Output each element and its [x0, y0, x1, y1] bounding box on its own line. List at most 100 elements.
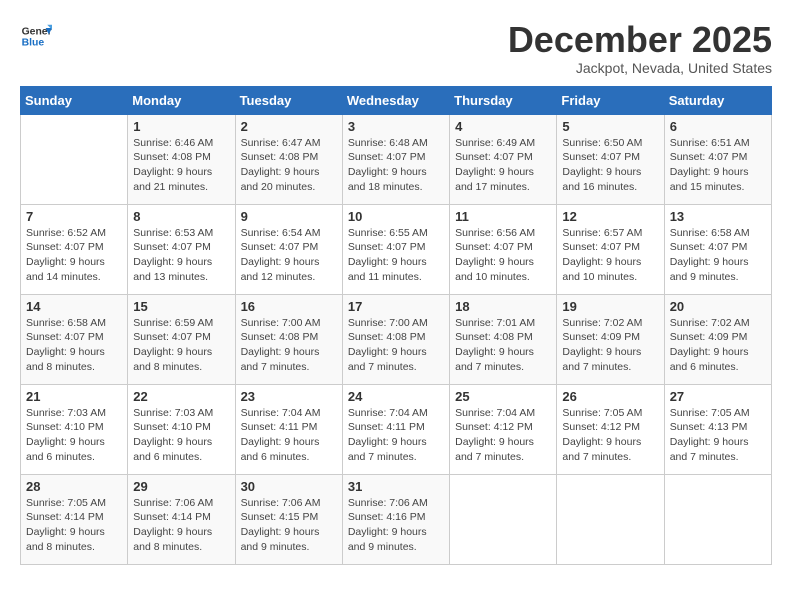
day-info: Sunrise: 7:04 AM Sunset: 4:11 PM Dayligh… — [241, 406, 337, 465]
day-info: Sunrise: 7:04 AM Sunset: 4:12 PM Dayligh… — [455, 406, 551, 465]
title-block: December 2025 Jackpot, Nevada, United St… — [508, 20, 772, 76]
day-info: Sunrise: 6:58 AM Sunset: 4:07 PM Dayligh… — [670, 226, 766, 285]
calendar-cell: 11 Sunrise: 6:56 AM Sunset: 4:07 PM Dayli… — [450, 204, 557, 294]
calendar-cell: 10 Sunrise: 6:55 AM Sunset: 4:07 PM Dayli… — [342, 204, 449, 294]
day-info: Sunrise: 7:05 AM Sunset: 4:12 PM Dayligh… — [562, 406, 658, 465]
calendar-week-1: 1 Sunrise: 6:46 AM Sunset: 4:08 PM Daylig… — [21, 114, 772, 204]
month-title: December 2025 — [508, 20, 772, 60]
day-number: 12 — [562, 209, 658, 224]
day-info: Sunrise: 7:02 AM Sunset: 4:09 PM Dayligh… — [562, 316, 658, 375]
page-header: General Blue December 2025 Jackpot, Neva… — [20, 20, 772, 76]
day-info: Sunrise: 6:55 AM Sunset: 4:07 PM Dayligh… — [348, 226, 444, 285]
day-info: Sunrise: 7:02 AM Sunset: 4:09 PM Dayligh… — [670, 316, 766, 375]
calendar-cell: 31 Sunrise: 7:06 AM Sunset: 4:16 PM Dayli… — [342, 474, 449, 564]
day-number: 16 — [241, 299, 337, 314]
calendar-table: SundayMondayTuesdayWednesdayThursdayFrid… — [20, 86, 772, 565]
day-number: 10 — [348, 209, 444, 224]
day-info: Sunrise: 7:00 AM Sunset: 4:08 PM Dayligh… — [241, 316, 337, 375]
day-number: 13 — [670, 209, 766, 224]
calendar-cell: 16 Sunrise: 7:00 AM Sunset: 4:08 PM Dayli… — [235, 294, 342, 384]
calendar-cell: 15Sunrise: 6:59 AM Sunset: 4:07 PM Dayli… — [128, 294, 235, 384]
svg-text:Blue: Blue — [22, 38, 45, 49]
day-number: 11 — [455, 209, 551, 224]
day-number: 28 — [26, 479, 122, 494]
calendar-cell: 12 Sunrise: 6:57 AM Sunset: 4:07 PM Dayli… — [557, 204, 664, 294]
calendar-cell: 7 Sunrise: 6:52 AM Sunset: 4:07 PM Daylig… — [21, 204, 128, 294]
calendar-week-2: 7 Sunrise: 6:52 AM Sunset: 4:07 PM Daylig… — [21, 204, 772, 294]
day-number: 20 — [670, 299, 766, 314]
calendar-cell: 30 Sunrise: 7:06 AM Sunset: 4:15 PM Dayli… — [235, 474, 342, 564]
day-number: 4 — [455, 119, 551, 134]
day-info: Sunrise: 6:59 AM Sunset: 4:07 PM Dayligh… — [133, 316, 229, 375]
day-number: 3 — [348, 119, 444, 134]
day-info: Sunrise: 7:01 AM Sunset: 4:08 PM Dayligh… — [455, 316, 551, 375]
day-info: Sunrise: 6:49 AM Sunset: 4:07 PM Dayligh… — [455, 136, 551, 195]
day-number: 23 — [241, 389, 337, 404]
day-info: Sunrise: 6:53 AM Sunset: 4:07 PM Dayligh… — [133, 226, 229, 285]
calendar-week-4: 21 Sunrise: 7:03 AM Sunset: 4:10 PM Dayli… — [21, 384, 772, 474]
day-number: 30 — [241, 479, 337, 494]
calendar-cell: 6 Sunrise: 6:51 AM Sunset: 4:07 PM Daylig… — [664, 114, 771, 204]
day-number: 2 — [241, 119, 337, 134]
day-number: 24 — [348, 389, 444, 404]
day-info: Sunrise: 7:06 AM Sunset: 4:16 PM Dayligh… — [348, 496, 444, 555]
day-number: 9 — [241, 209, 337, 224]
calendar-cell: 8Sunrise: 6:53 AM Sunset: 4:07 PM Daylig… — [128, 204, 235, 294]
day-info: Sunrise: 7:05 AM Sunset: 4:14 PM Dayligh… — [26, 496, 122, 555]
day-number: 25 — [455, 389, 551, 404]
day-number: 14 — [26, 299, 122, 314]
header-cell-tuesday: Tuesday — [235, 86, 342, 114]
calendar-cell: 27 Sunrise: 7:05 AM Sunset: 4:13 PM Dayli… — [664, 384, 771, 474]
day-info: Sunrise: 6:58 AM Sunset: 4:07 PM Dayligh… — [26, 316, 122, 375]
calendar-cell: 23 Sunrise: 7:04 AM Sunset: 4:11 PM Dayli… — [235, 384, 342, 474]
calendar-week-3: 14 Sunrise: 6:58 AM Sunset: 4:07 PM Dayli… — [21, 294, 772, 384]
day-info: Sunrise: 7:06 AM Sunset: 4:15 PM Dayligh… — [241, 496, 337, 555]
calendar-cell: 25 Sunrise: 7:04 AM Sunset: 4:12 PM Dayli… — [450, 384, 557, 474]
calendar-cell: 17Sunrise: 7:00 AM Sunset: 4:08 PM Dayli… — [342, 294, 449, 384]
day-info: Sunrise: 7:04 AM Sunset: 4:11 PM Dayligh… — [348, 406, 444, 465]
calendar-cell: 22 Sunrise: 7:03 AM Sunset: 4:10 PM Dayli… — [128, 384, 235, 474]
header-cell-monday: Monday — [128, 86, 235, 114]
calendar-header-row: SundayMondayTuesdayWednesdayThursdayFrid… — [21, 86, 772, 114]
day-info: Sunrise: 7:03 AM Sunset: 4:10 PM Dayligh… — [26, 406, 122, 465]
day-info: Sunrise: 6:46 AM Sunset: 4:08 PM Dayligh… — [133, 136, 229, 195]
header-cell-friday: Friday — [557, 86, 664, 114]
calendar-cell: 3 Sunrise: 6:48 AM Sunset: 4:07 PM Daylig… — [342, 114, 449, 204]
calendar-cell: 28 Sunrise: 7:05 AM Sunset: 4:14 PM Dayli… — [21, 474, 128, 564]
calendar-cell: 29 Sunrise: 7:06 AM Sunset: 4:14 PM Dayli… — [128, 474, 235, 564]
day-number: 31 — [348, 479, 444, 494]
calendar-cell: 19Sunrise: 7:02 AM Sunset: 4:09 PM Dayli… — [557, 294, 664, 384]
day-number: 22 — [133, 389, 229, 404]
calendar-cell — [664, 474, 771, 564]
day-info: Sunrise: 7:05 AM Sunset: 4:13 PM Dayligh… — [670, 406, 766, 465]
calendar-cell: 5Sunrise: 6:50 AM Sunset: 4:07 PM Daylig… — [557, 114, 664, 204]
day-info: Sunrise: 6:57 AM Sunset: 4:07 PM Dayligh… — [562, 226, 658, 285]
header-cell-thursday: Thursday — [450, 86, 557, 114]
day-number: 17 — [348, 299, 444, 314]
day-info: Sunrise: 6:51 AM Sunset: 4:07 PM Dayligh… — [670, 136, 766, 195]
day-number: 27 — [670, 389, 766, 404]
day-info: Sunrise: 6:56 AM Sunset: 4:07 PM Dayligh… — [455, 226, 551, 285]
day-number: 6 — [670, 119, 766, 134]
calendar-cell: 9 Sunrise: 6:54 AM Sunset: 4:07 PM Daylig… — [235, 204, 342, 294]
day-info: Sunrise: 6:54 AM Sunset: 4:07 PM Dayligh… — [241, 226, 337, 285]
calendar-cell: 18 Sunrise: 7:01 AM Sunset: 4:08 PM Dayli… — [450, 294, 557, 384]
day-info: Sunrise: 6:47 AM Sunset: 4:08 PM Dayligh… — [241, 136, 337, 195]
day-number: 7 — [26, 209, 122, 224]
day-number: 21 — [26, 389, 122, 404]
calendar-cell: 20 Sunrise: 7:02 AM Sunset: 4:09 PM Dayli… — [664, 294, 771, 384]
header-cell-saturday: Saturday — [664, 86, 771, 114]
day-info: Sunrise: 7:03 AM Sunset: 4:10 PM Dayligh… — [133, 406, 229, 465]
day-info: Sunrise: 6:48 AM Sunset: 4:07 PM Dayligh… — [348, 136, 444, 195]
calendar-cell: 24 Sunrise: 7:04 AM Sunset: 4:11 PM Dayli… — [342, 384, 449, 474]
day-info: Sunrise: 7:06 AM Sunset: 4:14 PM Dayligh… — [133, 496, 229, 555]
calendar-cell — [557, 474, 664, 564]
day-number: 29 — [133, 479, 229, 494]
day-number: 18 — [455, 299, 551, 314]
day-info: Sunrise: 6:52 AM Sunset: 4:07 PM Dayligh… — [26, 226, 122, 285]
calendar-cell: 4 Sunrise: 6:49 AM Sunset: 4:07 PM Daylig… — [450, 114, 557, 204]
calendar-cell: 13 Sunrise: 6:58 AM Sunset: 4:07 PM Dayli… — [664, 204, 771, 294]
day-number: 26 — [562, 389, 658, 404]
header-cell-sunday: Sunday — [21, 86, 128, 114]
day-number: 1 — [133, 119, 229, 134]
